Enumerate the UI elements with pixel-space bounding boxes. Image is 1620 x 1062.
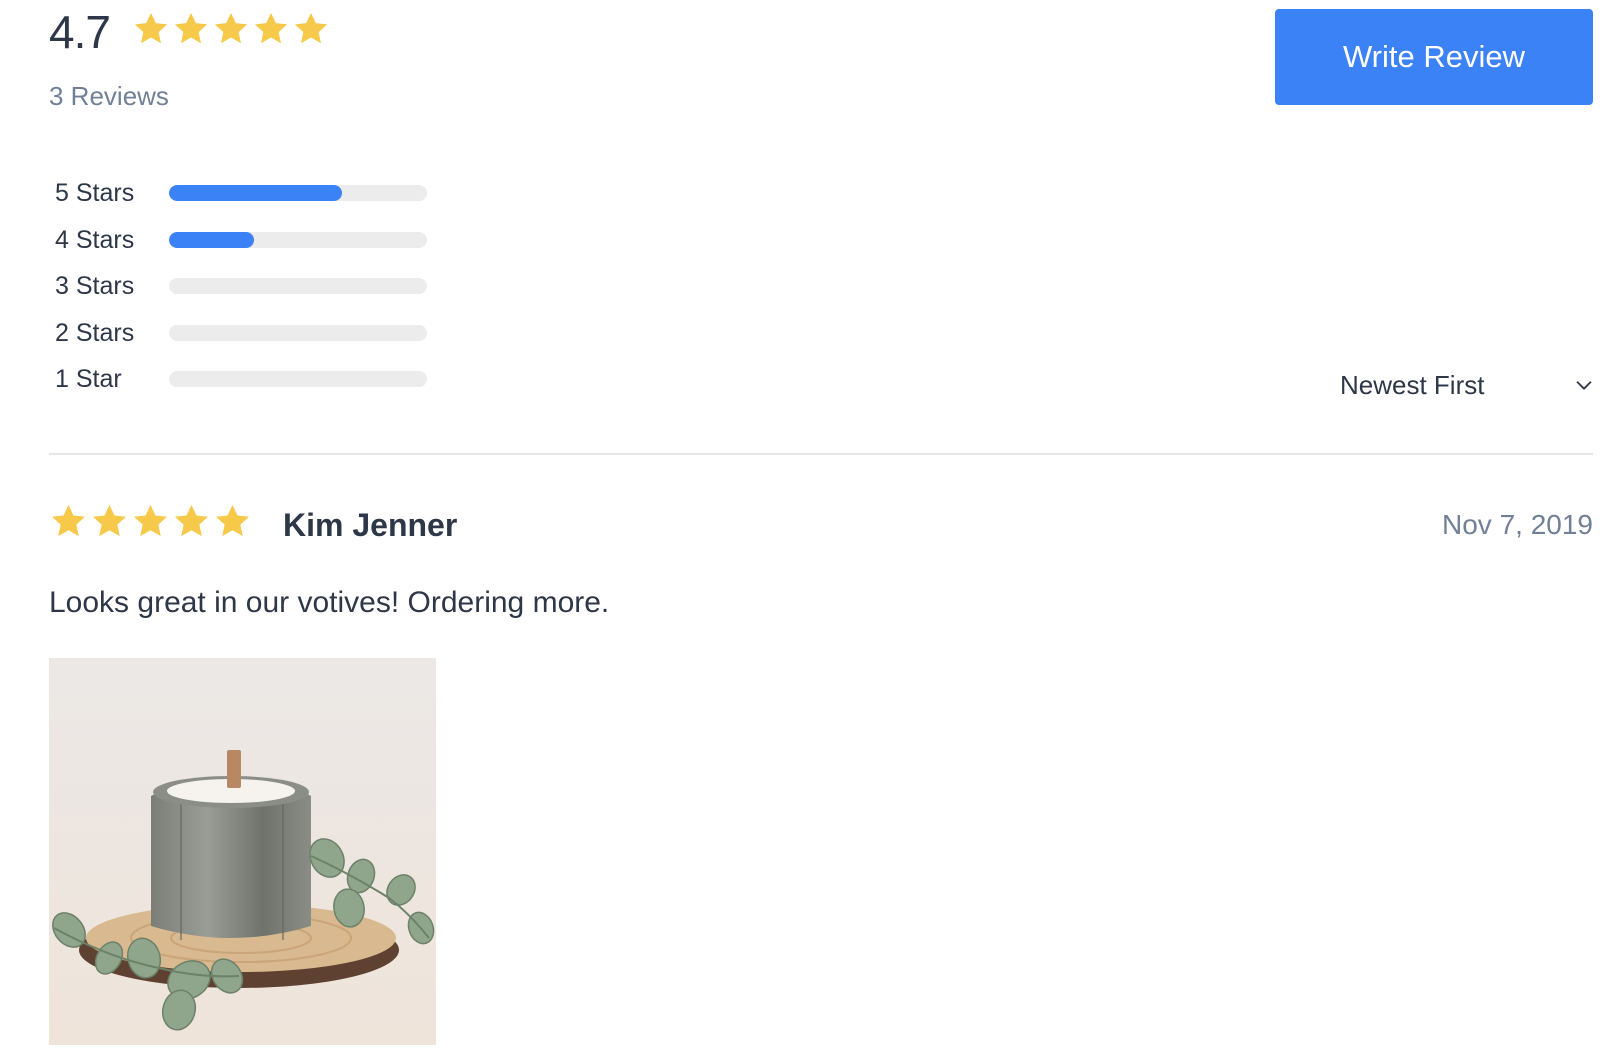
distribution-label: 5 Stars — [55, 179, 135, 207]
review-stars — [49, 502, 252, 541]
distribution-bar-track — [169, 231, 427, 248]
divider — [49, 453, 1593, 455]
distribution-bar-track — [169, 324, 427, 341]
distribution-label: 2 Stars — [55, 318, 135, 347]
distribution-label: 4 Stars — [55, 225, 135, 254]
star-icon — [134, 504, 167, 537]
star-icon — [93, 504, 126, 537]
average-rating: 4.7 — [49, 6, 111, 58]
star-icon — [216, 504, 249, 537]
review-date: Nov 7, 2019 — [1442, 509, 1593, 540]
distribution-label: 3 Stars — [55, 272, 135, 300]
summary-stars — [132, 10, 330, 48]
star-icon — [294, 12, 328, 44]
star-icon — [254, 12, 288, 44]
star-icon — [174, 12, 208, 44]
distribution-bar-track — [169, 371, 427, 387]
star-icon — [134, 12, 168, 44]
distribution-bar-fill — [169, 231, 255, 248]
sort-select[interactable]: Newest First — [1340, 365, 1595, 405]
distribution-bar-track — [169, 278, 427, 294]
distribution-label: 1 Star — [55, 365, 122, 393]
chevron-down-icon — [1576, 381, 1592, 390]
star-icon — [52, 504, 85, 537]
write-review-button[interactable]: Write Review — [1275, 9, 1593, 105]
distribution-bar-track — [169, 185, 427, 201]
star-icon — [175, 504, 208, 537]
reviewer-name: Kim Jenner — [283, 507, 458, 543]
review-count: 3 Reviews — [49, 81, 169, 111]
sort-selected-value: Newest First — [1340, 369, 1485, 400]
star-icon — [214, 12, 248, 44]
distribution-bar-fill — [169, 185, 342, 201]
review-text: Looks great in our votives! Ordering mor… — [49, 586, 610, 619]
review-photo[interactable] — [49, 658, 436, 1045]
